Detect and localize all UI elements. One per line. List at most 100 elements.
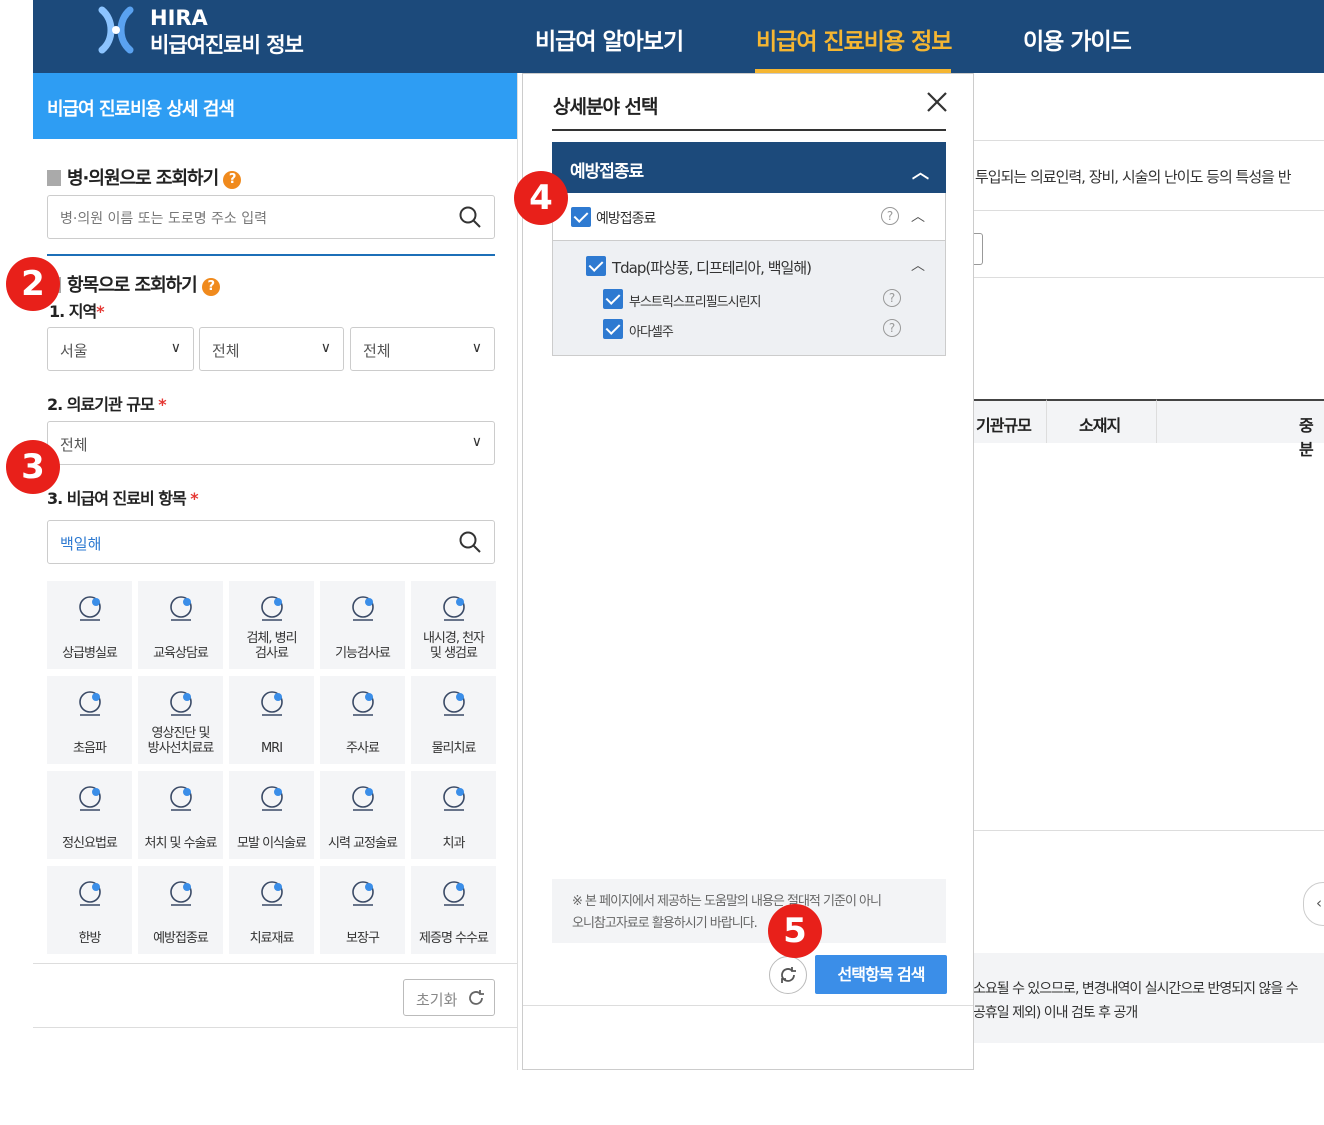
panel-divider	[33, 963, 517, 964]
category-tile[interactable]: 제증명 수수료	[411, 866, 496, 954]
counseling-icon	[170, 596, 192, 621]
search-icon[interactable]	[458, 530, 482, 554]
category-label: 교육상담료	[153, 646, 209, 661]
category-tile[interactable]: 교육상담료	[138, 581, 223, 669]
search-selected-button[interactable]: 선택항목 검색	[815, 955, 947, 994]
category-tile[interactable]: 모발 이식술료	[229, 771, 314, 859]
bg-footer-line1: 소요될 수 있으므로, 변경내역이 실시간으로 반영되지 않을 수	[973, 981, 1299, 997]
category-label: 치료재료	[249, 931, 295, 946]
category-label: 물리치료	[431, 741, 477, 756]
help-icon[interactable]: ?	[881, 207, 899, 225]
bg-divider	[974, 830, 1324, 831]
tree-level3-checkbox-boostrix[interactable]	[603, 289, 623, 309]
tree-level2-label: Tdap(파상풍, 디프테리아, 백일해)	[612, 259, 812, 277]
refresh-icon	[781, 967, 796, 983]
scale-select[interactable]: 전체 ∨	[47, 421, 495, 465]
category-label: 제증명 수수료	[419, 931, 489, 946]
hospital-search-input[interactable]: 병·의원 이름 또는 도로명 주소 입력	[47, 195, 495, 239]
region-dong-select[interactable]: 전체 ∨	[350, 327, 495, 371]
eye-icon	[352, 786, 374, 811]
category-tile[interactable]: 정신요법료	[47, 771, 132, 859]
tree-level2-checkbox[interactable]	[586, 256, 606, 276]
nav-usage-guide[interactable]: 이용 가이드	[1023, 22, 1132, 56]
hair-icon	[261, 786, 283, 811]
step-badge-3: 3	[6, 440, 60, 494]
help-icon[interactable]: ?	[883, 289, 901, 307]
category-tile[interactable]: 처치 및 수술료	[138, 771, 223, 859]
region-district-select[interactable]: 전체 ∨	[199, 327, 344, 371]
nav-noncovered-info[interactable]: 비급여 알아보기	[535, 22, 684, 56]
chevron-down-icon: ∨	[471, 340, 482, 356]
ultrasound-icon	[79, 691, 101, 716]
bg-footer-line2: 공휴일 제외) 이내 검토 후 공개	[973, 1005, 1138, 1021]
category-tile[interactable]: 치과	[411, 771, 496, 859]
bg-description: 투입되는 의료인력, 장비, 시술의 난이도 등의 특성을 반	[975, 168, 1292, 186]
bg-divider	[974, 277, 1324, 278]
top-navigation-bar: HIRA 비급여진료비 정보 비급여 알아보기 비급여 진료비용 정보 이용 가…	[33, 0, 1324, 73]
category-tile[interactable]: 시력 교정술료	[320, 771, 405, 859]
hospital-search-placeholder: 병·의원 이름 또는 도로명 주소 입력	[60, 211, 268, 227]
endoscope-icon	[443, 596, 465, 621]
category-tile[interactable]: 보장구	[320, 866, 405, 954]
category-tile[interactable]: 한방	[47, 866, 132, 954]
bg-col-category: 중분	[1156, 399, 1324, 459]
region-city-select[interactable]: 서울 ∨	[47, 327, 194, 371]
category-label: 정신요법료	[62, 836, 118, 851]
physical-therapy-icon	[443, 691, 465, 716]
category-label: 검체, 병리 검사료	[246, 631, 297, 661]
category-tile[interactable]: 주사료	[320, 676, 405, 764]
category-label: MRI	[260, 741, 283, 756]
logo-text-hira[interactable]: HIRA	[150, 6, 208, 30]
category-label: 내시경, 천자 및 생검료	[422, 631, 485, 661]
chevron-down-icon: ∨	[320, 340, 331, 356]
chevron-up-icon[interactable]: ︿	[911, 255, 925, 275]
help-icon[interactable]: ?	[223, 171, 242, 189]
step-badge-5: 5	[768, 904, 822, 958]
tree-level1-row: 예방접종료 ? ︿	[553, 193, 945, 241]
category-tile[interactable]: 내시경, 천자 및 생검료	[411, 581, 496, 669]
item-search-input[interactable]: 백일해	[47, 520, 495, 564]
wheelchair-icon	[352, 881, 374, 906]
accordion-header-vaccination[interactable]: 예방접종료 ︿	[552, 142, 946, 193]
vaccine-icon	[170, 881, 192, 906]
category-tree: 예방접종료 ? ︿ Tdap(파상풍, 디프테리아, 백일해) ︿ 부스트릭스프…	[552, 193, 946, 356]
chevron-up-icon[interactable]: ︿	[911, 206, 925, 226]
category-label: 예방접종료	[153, 931, 209, 946]
category-tile[interactable]: 물리치료	[411, 676, 496, 764]
close-icon[interactable]	[925, 90, 949, 114]
tree-level1-label: 예방접종료	[596, 211, 656, 227]
chevron-down-icon: ∨	[170, 340, 181, 356]
chevron-down-icon: ∨	[471, 434, 482, 450]
category-tile[interactable]: 초음파	[47, 676, 132, 764]
tree-level1-checkbox[interactable]	[571, 207, 591, 227]
acupuncture-icon	[79, 881, 101, 906]
tree-level3-checkbox-adacel[interactable]	[603, 319, 623, 339]
item-label: 3. 비급여 진료비 항목 *	[47, 489, 199, 508]
category-tile[interactable]: 영상진단 및 방사선치료료	[138, 676, 223, 764]
help-icon[interactable]: ?	[201, 278, 220, 296]
category-label: 주사료	[346, 741, 380, 756]
nav-noncovered-cost[interactable]: 비급여 진료비용 정보	[756, 22, 952, 56]
category-label: 초음파	[73, 741, 107, 756]
building-icon	[47, 170, 61, 186]
search-icon[interactable]	[458, 205, 482, 229]
category-tile[interactable]: 상급병실료	[47, 581, 132, 669]
category-tile[interactable]: MRI	[229, 676, 314, 764]
function-test-icon	[352, 596, 374, 621]
category-tile[interactable]: 검체, 병리 검사료	[229, 581, 314, 669]
category-tile[interactable]: 치료재료	[229, 866, 314, 954]
bg-pagination-prev[interactable]: ‹	[1303, 882, 1324, 926]
reset-button[interactable]: 초기화	[403, 979, 495, 1016]
region-label: 1. 지역*	[49, 302, 105, 321]
category-label: 모발 이식술료	[237, 836, 307, 851]
scale-label: 2. 의료기관 규모 *	[47, 395, 167, 414]
category-tile[interactable]: 예방접종료	[138, 866, 223, 954]
help-icon[interactable]: ?	[883, 319, 901, 337]
modal-reset-button[interactable]	[769, 956, 807, 994]
category-label: 영상진단 및 방사선치료료	[147, 726, 215, 756]
item-search-title: 항목으로 조회하기?	[53, 271, 220, 297]
logo-text-site[interactable]: 비급여진료비 정보	[150, 29, 304, 59]
bg-footer-box	[974, 953, 1324, 1043]
category-tile[interactable]: 기능검사료	[320, 581, 405, 669]
bed-icon	[79, 596, 101, 621]
